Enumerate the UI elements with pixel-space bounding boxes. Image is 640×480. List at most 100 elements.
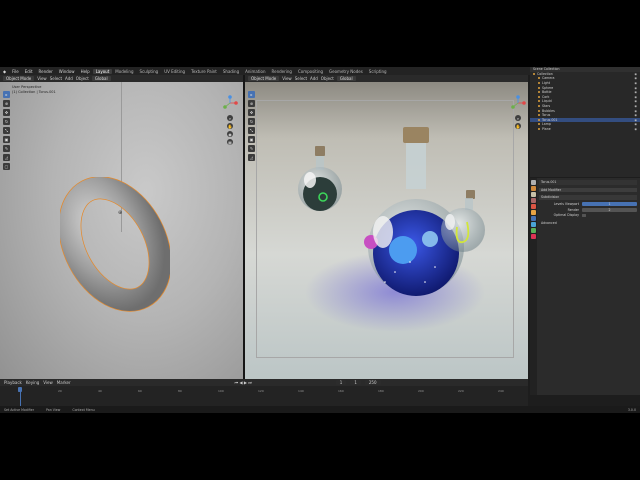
move-tool-icon[interactable]: ✥ bbox=[3, 109, 10, 116]
timeline-menu-view[interactable]: View bbox=[43, 380, 53, 385]
left-menu-view[interactable]: View bbox=[37, 76, 47, 81]
left-menu-object[interactable]: Object bbox=[76, 76, 89, 81]
right-menu-select[interactable]: Select bbox=[295, 76, 307, 81]
left-menu-select[interactable]: Select bbox=[50, 76, 62, 81]
left-3d-viewport[interactable]: User Perspective (1) Collection | Torus.… bbox=[0, 82, 243, 395]
right-transform-orientation[interactable]: Global bbox=[336, 76, 356, 81]
timeline-menu-marker[interactable]: Marker bbox=[57, 380, 71, 385]
cursor-tool-icon[interactable]: ⊕ bbox=[3, 100, 10, 107]
zoom-view-icon[interactable]: ⌕ bbox=[227, 115, 233, 121]
outliner-item-label: Bubbles bbox=[542, 108, 555, 113]
tool-tab-icon[interactable] bbox=[531, 180, 536, 185]
right-zoom-view-icon[interactable]: ⌕ bbox=[515, 115, 521, 121]
right-navigation-gizmo-icon[interactable] bbox=[509, 94, 527, 112]
torus-object[interactable] bbox=[60, 177, 170, 312]
right-menu-add[interactable]: Add bbox=[310, 76, 318, 81]
visibility-eye-icon[interactable]: ◉ bbox=[634, 118, 637, 122]
right-rendered-viewport[interactable]: ▸ ⊕ ✥ ↻ ⤡ ▣ ✎ ◿ ⌕ ✋ bbox=[245, 82, 528, 395]
scene-tab-icon[interactable] bbox=[531, 198, 536, 203]
visibility-eye-icon[interactable]: ◉ bbox=[634, 90, 637, 94]
rotate-tool-icon[interactable]: ↻ bbox=[3, 118, 10, 125]
status-set-active-modifier: Set Active Modifier bbox=[4, 407, 35, 412]
world-tab-icon[interactable] bbox=[531, 204, 536, 209]
add-cube-tool-icon[interactable]: ▢ bbox=[3, 163, 10, 170]
visibility-eye-icon[interactable]: ◉ bbox=[634, 72, 637, 76]
render-tab-icon[interactable] bbox=[531, 186, 536, 191]
menu-help[interactable]: Help bbox=[78, 69, 93, 74]
right-menu-view[interactable]: View bbox=[282, 76, 292, 81]
tab-compositing[interactable]: Compositing bbox=[295, 69, 326, 74]
material-tab-icon[interactable] bbox=[531, 234, 536, 239]
visibility-eye-icon[interactable]: ◉ bbox=[634, 99, 637, 103]
tab-layout[interactable]: Layout bbox=[92, 68, 113, 74]
right-scale-tool-icon[interactable]: ⤡ bbox=[248, 127, 255, 134]
right-annotate-tool-icon[interactable]: ✎ bbox=[248, 145, 255, 152]
object-tab-icon[interactable] bbox=[531, 210, 536, 215]
tab-uv-editing[interactable]: UV Editing bbox=[161, 69, 188, 74]
right-cursor-tool-icon[interactable]: ⊕ bbox=[248, 100, 255, 107]
left-transform-orientation[interactable]: Global bbox=[91, 76, 111, 81]
tab-animation[interactable]: Animation bbox=[242, 69, 268, 74]
left-menu-add[interactable]: Add bbox=[65, 76, 73, 81]
right-move-tool-icon[interactable]: ✥ bbox=[248, 109, 255, 116]
blender-logo-icon[interactable]: ◆ bbox=[0, 69, 9, 74]
visibility-eye-icon[interactable]: ◉ bbox=[634, 81, 637, 85]
right-pan-view-icon[interactable]: ✋ bbox=[515, 123, 521, 129]
camera-view-icon[interactable]: ◉ bbox=[227, 131, 233, 137]
visibility-eye-icon[interactable]: ◉ bbox=[634, 122, 637, 126]
right-transform-tool-icon[interactable]: ▣ bbox=[248, 136, 255, 143]
visibility-eye-icon[interactable]: ◉ bbox=[634, 113, 637, 117]
object-name-row: Torus.001 bbox=[539, 180, 637, 185]
select-box-tool-icon[interactable]: ▸ bbox=[3, 91, 10, 98]
tab-modeling[interactable]: Modeling bbox=[112, 69, 136, 74]
transform-tool-icon[interactable]: ▣ bbox=[3, 136, 10, 143]
add-modifier-button[interactable]: Add Modifier bbox=[539, 187, 637, 193]
tab-geometry-nodes[interactable]: Geometry Nodes bbox=[326, 69, 366, 74]
render-levels-field[interactable]: 2 bbox=[582, 207, 637, 212]
scale-tool-icon[interactable]: ⤡ bbox=[3, 127, 10, 134]
tab-texture-paint[interactable]: Texture Paint bbox=[188, 69, 220, 74]
playback-controls-icon[interactable]: ⏮ ◀ ▶ ⏭ bbox=[235, 380, 252, 385]
object-name[interactable]: Torus.001 bbox=[541, 180, 556, 184]
pan-view-icon[interactable]: ✋ bbox=[227, 123, 233, 129]
timeline-menu-keying[interactable]: Keying bbox=[26, 380, 39, 385]
menu-window[interactable]: Window bbox=[56, 69, 78, 74]
right-rotate-tool-icon[interactable]: ↻ bbox=[248, 118, 255, 125]
tab-sculpting[interactable]: Sculpting bbox=[137, 69, 162, 74]
right-menu-object[interactable]: Object bbox=[321, 76, 334, 81]
current-frame-field[interactable]: 1 bbox=[335, 380, 347, 385]
tab-shading[interactable]: Shading bbox=[220, 69, 242, 74]
modifier-tab-icon[interactable] bbox=[531, 216, 536, 221]
advanced-subpanel[interactable]: Advanced bbox=[539, 221, 637, 226]
visibility-eye-icon[interactable]: ◉ bbox=[634, 127, 637, 131]
visibility-eye-icon[interactable]: ◉ bbox=[634, 104, 637, 108]
visibility-eye-icon[interactable]: ◉ bbox=[634, 95, 637, 99]
visibility-eye-icon[interactable]: ◉ bbox=[634, 109, 637, 113]
visibility-eye-icon[interactable]: ◉ bbox=[634, 76, 637, 80]
tab-scripting[interactable]: Scripting bbox=[366, 69, 390, 74]
output-tab-icon[interactable] bbox=[531, 192, 536, 197]
left-navigation-gizmo-icon[interactable] bbox=[221, 94, 239, 112]
right-select-tool-icon[interactable]: ▸ bbox=[248, 91, 255, 98]
menu-edit[interactable]: Edit bbox=[22, 69, 36, 74]
object-type-icon bbox=[538, 86, 540, 89]
physics-tab-icon[interactable] bbox=[531, 228, 536, 233]
modifier-header[interactable]: Subdivision bbox=[539, 195, 637, 200]
ortho-toggle-icon[interactable]: ▦ bbox=[227, 139, 233, 145]
right-measure-tool-icon[interactable]: ◿ bbox=[248, 154, 255, 161]
left-mode-dropdown[interactable]: Object Mode bbox=[3, 76, 35, 81]
tab-rendering[interactable]: Rendering bbox=[269, 69, 295, 74]
annotate-tool-icon[interactable]: ✎ bbox=[3, 145, 10, 152]
visibility-eye-icon[interactable]: ◉ bbox=[634, 86, 637, 90]
end-frame-field[interactable]: 250 bbox=[364, 380, 381, 385]
right-mode-dropdown[interactable]: Object Mode bbox=[248, 76, 280, 81]
measure-tool-icon[interactable]: ◿ bbox=[3, 154, 10, 161]
menu-render[interactable]: Render bbox=[36, 69, 56, 74]
menu-file[interactable]: File bbox=[9, 69, 22, 74]
levels-viewport-field[interactable]: 1 bbox=[582, 202, 637, 207]
start-frame-field[interactable]: 1 bbox=[350, 380, 361, 385]
optimal-display-checkbox[interactable] bbox=[582, 213, 586, 217]
outliner-item[interactable]: Plane ◉ bbox=[530, 127, 640, 132]
timeline-menu-playback[interactable]: Playback bbox=[4, 380, 22, 385]
particles-tab-icon[interactable] bbox=[531, 222, 536, 227]
